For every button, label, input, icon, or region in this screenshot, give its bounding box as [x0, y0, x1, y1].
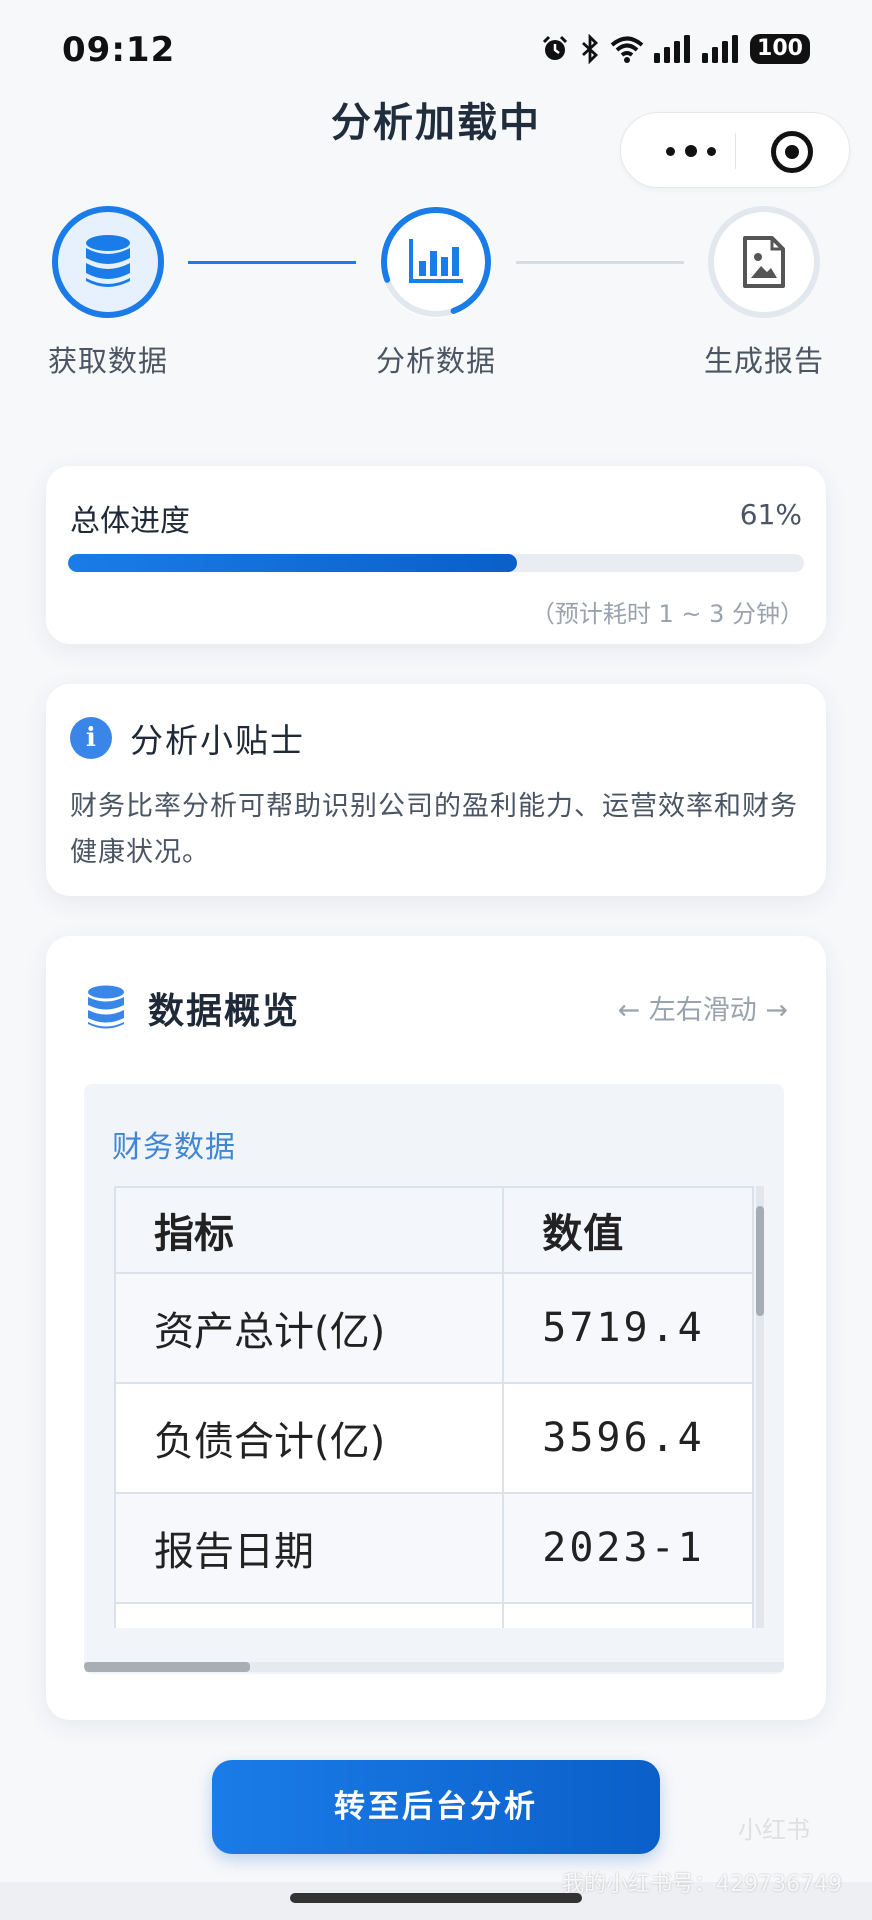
step-circle-pending — [708, 206, 820, 318]
step-label: 分析数据 — [375, 344, 496, 378]
step-label: 生成报告 — [703, 344, 824, 378]
watermark-logo: 小红书 — [738, 1816, 810, 1844]
database-icon — [88, 985, 124, 1029]
more-dot-icon — [707, 146, 716, 156]
status-time: 09:12 — [62, 30, 176, 70]
table-cell-value: 2023-1 — [502, 1492, 754, 1604]
step-connector-done — [188, 261, 356, 264]
table-cell-metric: 负债合计(亿) — [114, 1382, 505, 1494]
more-dot-icon — [685, 145, 697, 157]
horizontal-scrollbar-thumb[interactable] — [84, 1662, 250, 1672]
table-cell-value: 5719.4 — [502, 1272, 754, 1384]
more-dot-icon — [666, 146, 675, 156]
alarm-icon — [542, 35, 568, 60]
step-connector-pending — [516, 261, 684, 264]
vertical-scrollbar[interactable] — [756, 1186, 764, 1628]
tip-header: i 分析小贴士 — [70, 714, 305, 762]
scroll-hint: ← 左右滑动 → — [617, 995, 788, 1026]
progress-bar-fill — [68, 554, 517, 572]
home-indicator[interactable] — [290, 1893, 582, 1903]
table-header-cell: 数值 — [502, 1186, 754, 1274]
financial-data-table: 指标 数值 资产总计(亿) 5719.4 负债合计(亿) 3596.4 报告日期… — [114, 1186, 754, 1628]
table-header-row: 指标 数值 — [114, 1186, 754, 1274]
table-cell-metric: 资产总计(亿) — [114, 1272, 505, 1384]
table-row: 资产总计(亿) 5719.4 — [114, 1272, 754, 1384]
bar-chart-icon — [409, 239, 463, 283]
horizontal-scrollbar[interactable] — [84, 1662, 784, 1672]
run-in-background-button[interactable]: 转至后台分析 — [212, 1760, 660, 1854]
table-header-cell: 指标 — [114, 1186, 505, 1274]
progress-card: 总体进度 61% （预计耗时 1 ~ 3 分钟） — [46, 466, 826, 644]
bluetooth-icon — [582, 34, 599, 64]
battery-indicator: 100 — [750, 34, 810, 64]
table-row: 负债合计(亿) 3596.4 — [114, 1382, 754, 1494]
step-circle-active — [380, 206, 492, 318]
financial-data-panel[interactable]: 财务数据 指标 数值 资产总计(亿) 5719.4 负债合计(亿) 3596.4… — [84, 1084, 784, 1674]
miniprogram-capsule — [620, 112, 850, 188]
status-icons: 100 — [540, 34, 810, 64]
progress-bar — [68, 554, 804, 572]
analysis-loading-page: 09:12 100 分析加载中 获取数据 分析数据 生成报告 总体进度 61% … — [0, 0, 872, 1920]
step-generate-report: 生成报告 — [679, 206, 849, 380]
step-analyze-data: 分析数据 — [351, 206, 521, 380]
capsule-divider — [735, 133, 736, 169]
tip-title: 分析小贴士 — [130, 721, 305, 760]
overview-header: 数据概览 — [86, 982, 300, 1034]
close-miniprogram-button[interactable] — [771, 131, 813, 173]
step-circle-done — [52, 206, 164, 318]
step-label: 获取数据 — [47, 344, 168, 378]
signal-icon-2 — [702, 35, 738, 63]
signal-icon — [654, 35, 690, 63]
table-cell-value: 3596.4 — [502, 1382, 754, 1494]
progress-eta: （预计耗时 1 ~ 3 分钟） — [530, 600, 804, 628]
report-file-icon — [743, 236, 785, 288]
vertical-scrollbar-thumb[interactable] — [756, 1206, 764, 1316]
tip-card: i 分析小贴士 财务比率分析可帮助识别公司的盈利能力、运营效率和财务健康状况。 — [46, 684, 826, 896]
progress-title: 总体进度 — [70, 504, 190, 539]
progress-percent: 61% — [739, 498, 802, 531]
table-cell-metric: 报告日期 — [114, 1492, 505, 1604]
status-bar: 09:12 100 — [0, 0, 872, 104]
watermark-text: 我的小红书号：429736749 — [562, 1872, 842, 1897]
step-fetch-data: 获取数据 — [23, 206, 193, 380]
table-cell-metric — [114, 1602, 505, 1628]
tip-body: 财务比率分析可帮助识别公司的盈利能力、运营效率和财务健康状况。 — [70, 791, 798, 868]
table-scroll-area[interactable]: 指标 数值 资产总计(亿) 5719.4 负债合计(亿) 3596.4 报告日期… — [114, 1186, 754, 1628]
data-overview-card: 数据概览 ← 左右滑动 → 财务数据 指标 数值 资产总计(亿) 5719.4 … — [46, 936, 826, 1720]
table-row: 报告日期 2023-1 — [114, 1492, 754, 1604]
table-row — [114, 1602, 754, 1628]
overview-title: 数据概览 — [148, 991, 301, 1032]
table-cell-value — [502, 1602, 754, 1628]
database-icon — [86, 235, 130, 287]
info-icon: i — [70, 717, 112, 759]
wifi-icon — [610, 36, 644, 63]
more-menu-button[interactable] — [651, 139, 731, 163]
table-caption: 财务数据 — [112, 1130, 236, 1165]
